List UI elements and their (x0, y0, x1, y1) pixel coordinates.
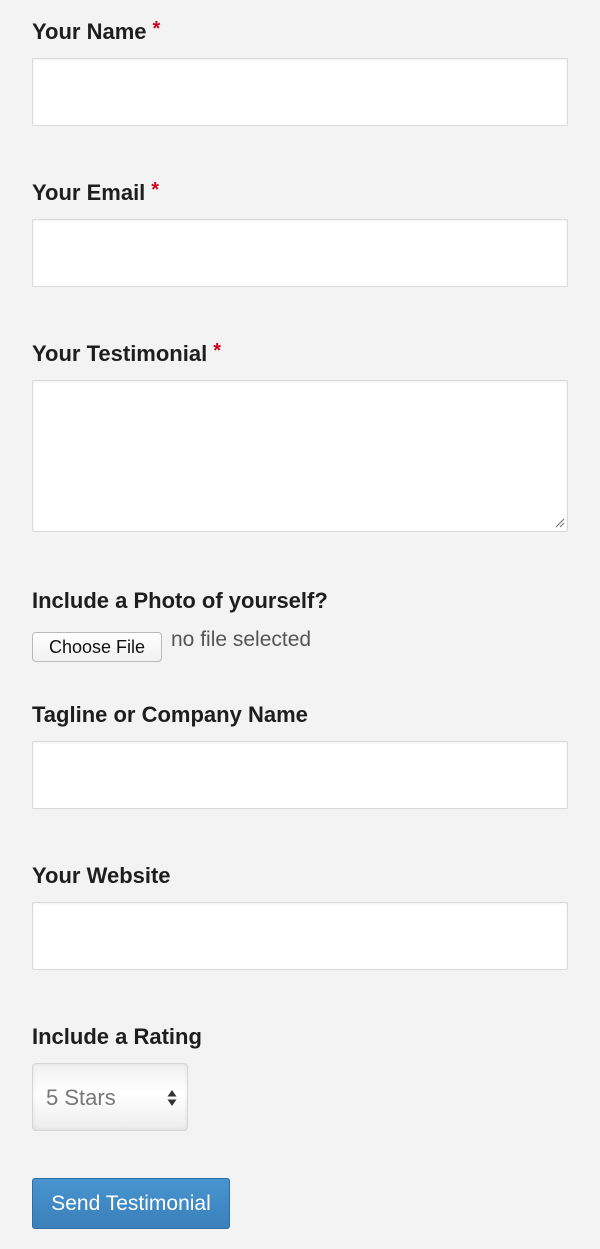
rating-select[interactable]: 5 Stars (32, 1063, 188, 1131)
name-label-text: Your Name (32, 19, 147, 44)
select-arrows-icon (167, 1090, 177, 1106)
choose-file-button[interactable]: Choose File (32, 632, 162, 662)
file-status-text: no file selected (171, 628, 312, 651)
photo-file-picker: Choose File no file selected (32, 626, 568, 662)
tagline-label: Tagline or Company Name (32, 702, 308, 727)
email-required-mark: * (151, 179, 160, 201)
testimonial-textarea[interactable] (32, 380, 568, 532)
rating-label: Include a Rating (32, 1024, 202, 1049)
tagline-input[interactable] (32, 741, 568, 809)
website-input[interactable] (32, 902, 568, 970)
email-label-text: Your Email (32, 180, 146, 205)
photo-label: Include a Photo of yourself? (32, 588, 328, 613)
rating-selected-value: 5 Stars (46, 1085, 116, 1110)
email-input[interactable] (32, 219, 568, 287)
website-label: Your Website (32, 863, 171, 888)
name-required-mark: * (152, 18, 161, 40)
testimonial-label-text: Your Testimonial (32, 341, 208, 366)
name-input[interactable] (32, 58, 568, 126)
testimonial-label: Your Testimonial * (32, 340, 221, 369)
email-label: Your Email * (32, 179, 159, 208)
name-label: Your Name * (32, 18, 160, 47)
testimonial-required-mark: * (213, 340, 222, 362)
textarea-resize-icon[interactable] (553, 516, 565, 528)
send-testimonial-button[interactable]: Send Testimonial (32, 1178, 230, 1229)
